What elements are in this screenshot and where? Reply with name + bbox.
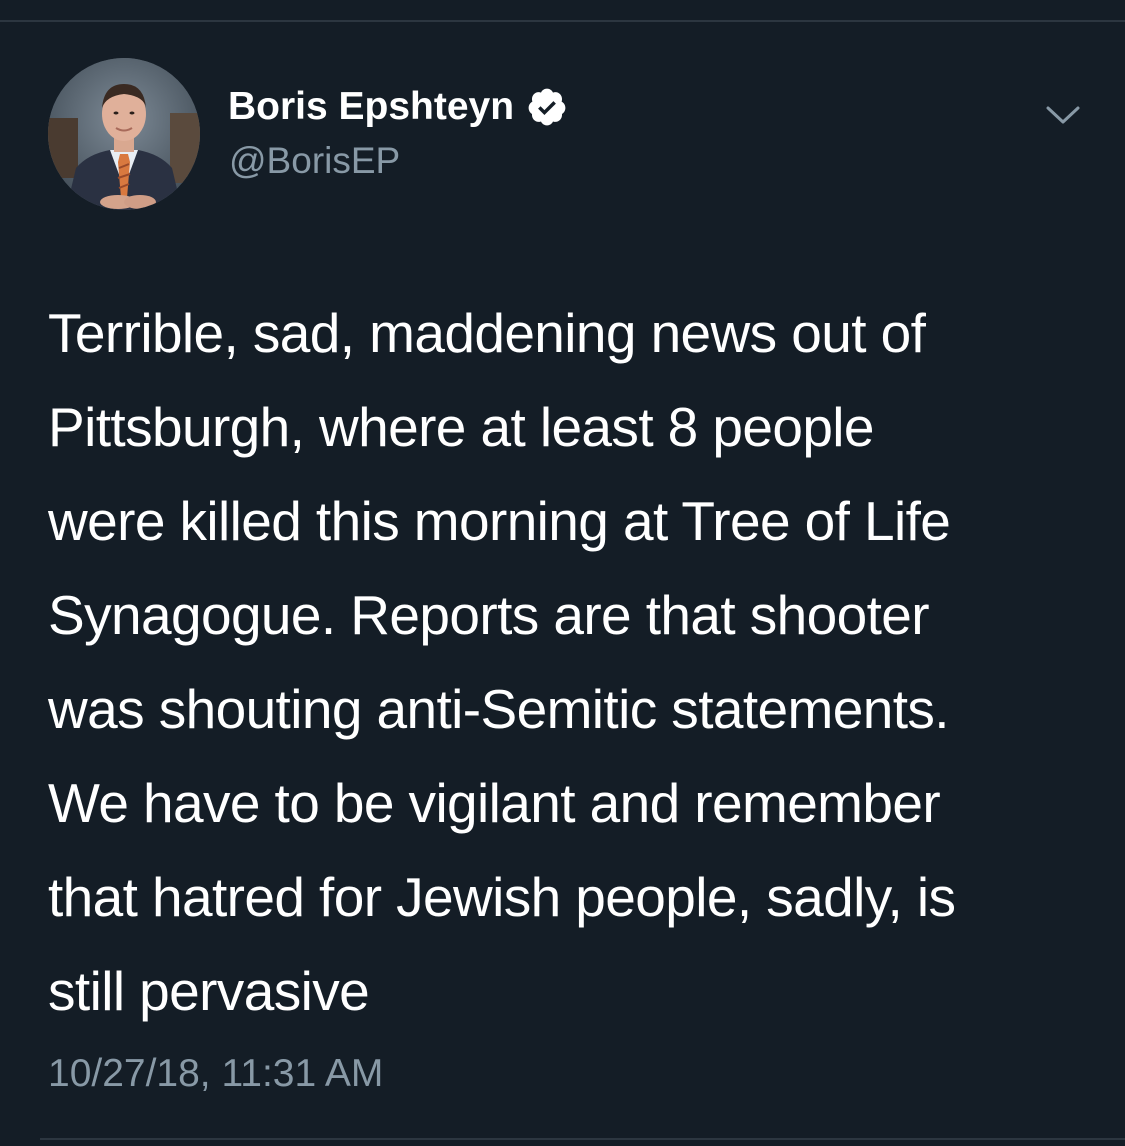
- tweet-text-line: that hatred for Jewish people, sadly, is: [48, 866, 956, 928]
- tweet-screen: Boris Epshteyn @BorisEP Terrible, sad, m…: [0, 0, 1125, 1146]
- tweet-text-line: Terrible, sad, maddening news out of: [48, 302, 926, 364]
- user-name-row[interactable]: Boris Epshteyn: [228, 82, 568, 132]
- tweet-text-line: were killed this morning at Tree of Life: [48, 490, 951, 552]
- avatar[interactable]: [48, 58, 200, 210]
- chevron-down-icon[interactable]: [1040, 98, 1086, 132]
- bottom-divider: [40, 1138, 1125, 1140]
- user-handle[interactable]: @BorisEP: [229, 138, 400, 184]
- tweet-text-line: Synagogue. Reports are that shooter: [48, 584, 930, 646]
- display-name[interactable]: Boris Epshteyn: [228, 82, 514, 132]
- tweet-text-line: was shouting anti-Semitic statements.: [48, 678, 950, 740]
- avatar-photo: [48, 58, 200, 210]
- tweet-text-line: still pervasive: [48, 960, 370, 1022]
- verified-badge-icon: [526, 86, 568, 128]
- tweet-timestamp[interactable]: 10/27/18, 11:31 AM: [48, 1046, 383, 1102]
- tweet-text: Terrible, sad, maddening news out of Pit…: [48, 286, 1098, 1038]
- tweet-text-line: Pittsburgh, where at least 8 people: [48, 396, 875, 458]
- top-divider: [0, 20, 1125, 22]
- tweet-text-line: We have to be vigilant and remember: [48, 772, 941, 834]
